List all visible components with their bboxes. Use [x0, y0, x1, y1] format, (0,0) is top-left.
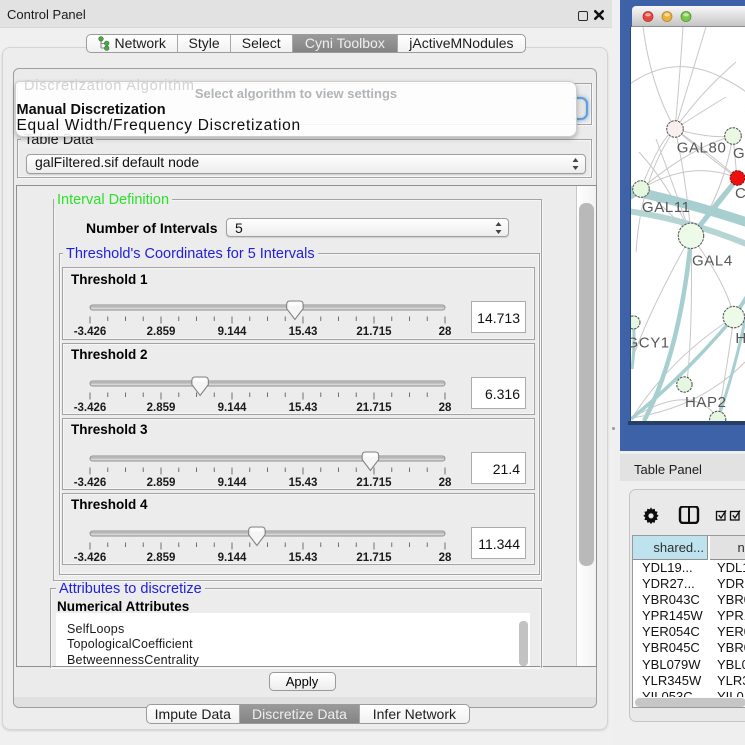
svg-text:2.859: 2.859 — [147, 402, 176, 414]
svg-text:15.43: 15.43 — [289, 552, 318, 564]
svg-text:21.715: 21.715 — [356, 402, 392, 414]
svg-text:15.43: 15.43 — [289, 402, 318, 414]
svg-text:2.859: 2.859 — [147, 477, 176, 489]
svg-text:9.144: 9.144 — [218, 402, 247, 414]
svg-text:-3.426: -3.426 — [74, 552, 107, 564]
svg-text:28: 28 — [439, 402, 452, 414]
svg-text:GCY1: GCY1 — [631, 334, 670, 351]
svg-text:-3.426: -3.426 — [74, 326, 107, 338]
svg-text:9.144: 9.144 — [218, 477, 247, 489]
svg-text:15.43: 15.43 — [289, 326, 318, 338]
svg-text:21.715: 21.715 — [356, 326, 392, 338]
svg-text:GAL4: GAL4 — [692, 252, 733, 269]
svg-text:28: 28 — [439, 477, 452, 489]
svg-text:21.715: 21.715 — [356, 477, 392, 489]
svg-text:21.715: 21.715 — [356, 552, 392, 564]
svg-text:2.859: 2.859 — [147, 552, 176, 564]
svg-text:28: 28 — [439, 552, 452, 564]
svg-text:HAP2: HAP2 — [685, 394, 727, 411]
svg-text:H: H — [735, 330, 745, 347]
svg-text:9.144: 9.144 — [218, 326, 247, 338]
svg-text:-3.426: -3.426 — [74, 477, 107, 489]
svg-text:GAL11: GAL11 — [642, 199, 691, 216]
svg-text:-3.426: -3.426 — [74, 402, 107, 414]
svg-text:C: C — [735, 185, 745, 202]
svg-text:9.144: 9.144 — [218, 552, 247, 564]
svg-text:GA: GA — [733, 145, 745, 162]
svg-text:GAL80: GAL80 — [677, 139, 727, 156]
svg-text:15.43: 15.43 — [289, 477, 318, 489]
svg-text:2.859: 2.859 — [147, 326, 176, 338]
svg-text:28: 28 — [439, 326, 452, 338]
